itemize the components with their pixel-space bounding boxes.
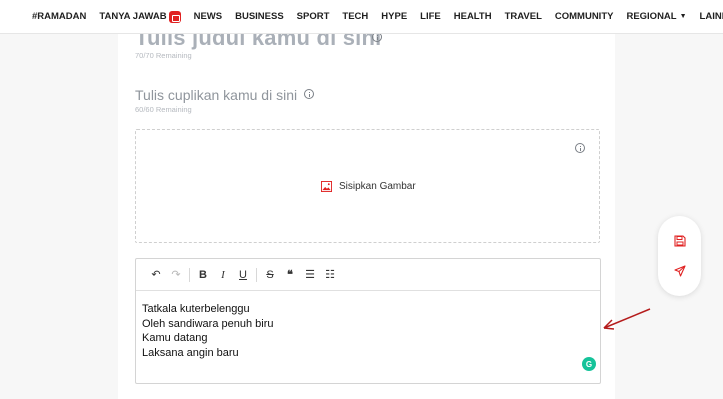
publish-button[interactable] (672, 263, 688, 279)
nav-item-label: NEWS (193, 11, 223, 22)
content-line: Oleh sandiwara penuh biru (142, 317, 274, 330)
nav-item-label: TECH (342, 11, 369, 22)
nav-item-label: TANYA JAWAB (99, 11, 167, 22)
nav-item-news[interactable]: NEWS (194, 11, 223, 22)
nav-item-tech[interactable]: TECH (342, 11, 368, 22)
nav-item-label: HEALTH (453, 11, 492, 22)
save-draft-button[interactable] (672, 233, 688, 249)
excerpt-input[interactable]: Tulis cuplikan kamu di sini (135, 87, 297, 103)
nav-item-community[interactable]: COMMUNITY (555, 11, 614, 22)
send-icon (673, 265, 686, 277)
nav-item-label: HYPE (381, 11, 408, 22)
nav-item-label: BUSINESS (235, 11, 284, 22)
quote-button[interactable]: ❝ (280, 265, 300, 285)
floating-actions (658, 216, 701, 296)
bullet-list-button[interactable]: ☰ (300, 265, 320, 285)
title-counter: 70/70 Remaining (135, 51, 192, 60)
editor-toolbar: ↶ ↷ B I U S ❝ ☰ ☷ (136, 259, 600, 291)
ordered-list-button[interactable]: ☷ (320, 265, 340, 285)
image-icon (321, 181, 332, 192)
editor-content[interactable]: Tatkala kuterbelenggu Oleh sandiwara pen… (136, 291, 600, 360)
nav-item-regional[interactable]: REGIONAL ▼ (626, 11, 686, 22)
nav-item-label: LIFE (420, 11, 441, 22)
info-icon[interactable] (304, 89, 314, 99)
annotation-arrow-icon (603, 308, 651, 330)
nav-item-label: SPORT (296, 11, 330, 22)
redo-button[interactable]: ↷ (166, 265, 186, 285)
save-icon (673, 235, 686, 247)
excerpt-counter: 60/60 Remaining (135, 105, 192, 114)
italic-button[interactable]: I (213, 265, 233, 285)
image-upload-area[interactable]: Sisipkan Gambar (135, 129, 600, 243)
nav-item-lainnya[interactable]: LAINNYA▼ (700, 11, 723, 22)
nav-item-tanya-jawab[interactable]: TANYA JAWAB (99, 10, 181, 23)
nav-item-health[interactable]: HEALTH (454, 11, 492, 22)
nav-item-label: LAINNYA (699, 11, 723, 22)
nav-item-ramadan[interactable]: #RAMADAN (32, 11, 86, 22)
content-line: Laksana angin baru (142, 346, 239, 359)
toolbar-divider (256, 267, 257, 282)
insert-image-label: Sisipkan Gambar (339, 181, 416, 192)
underline-button[interactable]: U (233, 265, 253, 285)
nav-item-label: REGIONAL (626, 11, 677, 22)
nav-item-travel[interactable]: TRAVEL (505, 11, 542, 22)
insert-image-button[interactable]: Sisipkan Gambar (321, 181, 416, 192)
info-icon[interactable] (575, 143, 585, 153)
content-line: Kamu datang (142, 332, 208, 344)
toolbar-divider (189, 267, 190, 282)
nav-item-label: TRAVEL (504, 11, 542, 22)
content-line: Tatkala kuterbelenggu (142, 303, 250, 315)
nav-item-life[interactable]: LIFE (420, 11, 441, 22)
chat-badge-icon (168, 10, 181, 23)
top-navigation: #RAMADAN TANYA JAWAB NEWS BUSINESS SPORT… (0, 0, 723, 34)
nav-item-sport[interactable]: SPORT (297, 11, 330, 22)
undo-button[interactable]: ↶ (146, 265, 166, 285)
rich-text-editor[interactable]: ↶ ↷ B I U S ❝ ☰ ☷ Tatkala kuterbelenggu … (135, 258, 601, 384)
strikethrough-button[interactable]: S (260, 265, 280, 285)
caret-down-icon: ▼ (679, 13, 687, 20)
nav-item-label: #RAMADAN (32, 11, 87, 22)
nav-item-label: COMMUNITY (554, 11, 614, 22)
grammarly-icon[interactable]: G (582, 357, 596, 371)
nav-item-business[interactable]: BUSINESS (235, 11, 284, 22)
nav-item-hype[interactable]: HYPE (381, 11, 407, 22)
bold-button[interactable]: B (193, 265, 213, 285)
